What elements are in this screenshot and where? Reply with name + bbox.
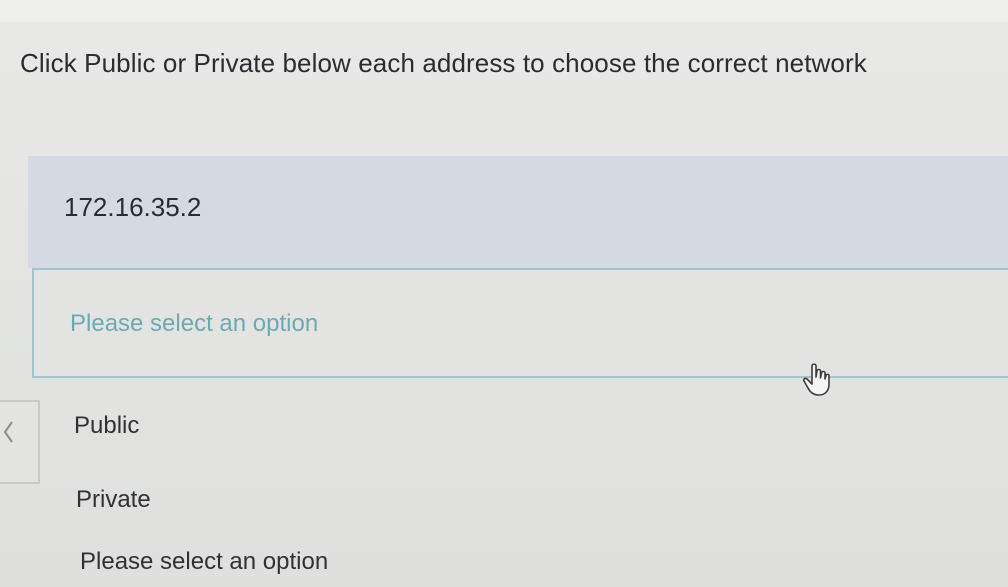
option-public[interactable]: Public: [74, 412, 139, 440]
top-strip: [0, 0, 1008, 22]
address-panel: 172.16.35.2: [28, 156, 1008, 268]
network-type-select[interactable]: Please select an option: [32, 268, 1008, 378]
option-please-select[interactable]: Please select an option: [80, 548, 328, 576]
option-private[interactable]: Private: [76, 486, 151, 514]
select-placeholder: Please select an option: [70, 310, 319, 337]
collapse-tab[interactable]: [0, 400, 40, 484]
ip-address-label: 172.16.35.2: [64, 192, 202, 222]
chevron-left-icon: [3, 421, 13, 443]
instruction-text: Click Public or Private below each addre…: [20, 48, 867, 78]
hand-pointer-icon: [802, 363, 830, 396]
